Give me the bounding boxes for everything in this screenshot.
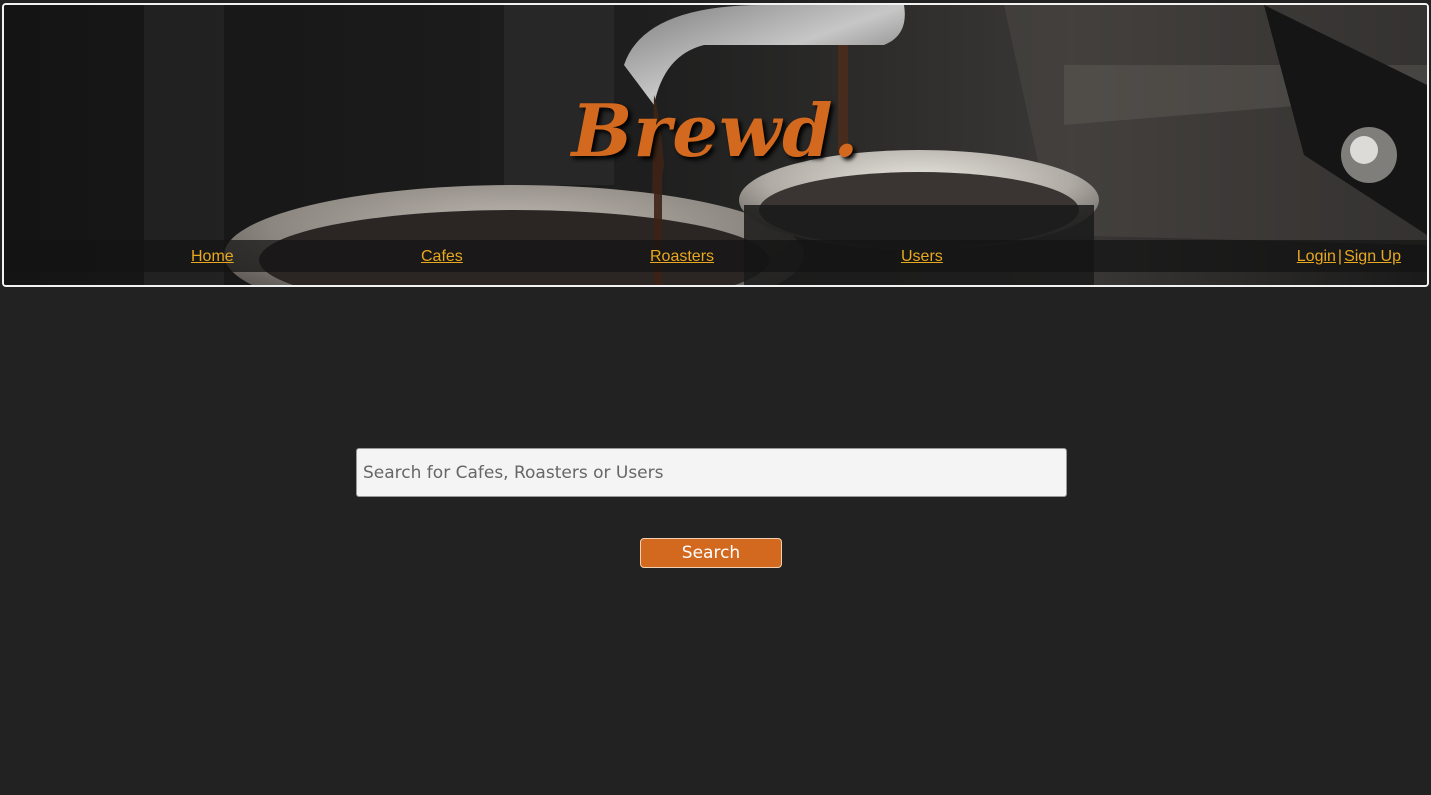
auth-links: Login | Sign Up (1297, 248, 1401, 266)
login-link[interactable]: Login (1297, 248, 1336, 265)
brand-logo[interactable]: Brewd. (4, 95, 1427, 167)
main-nav: Home Cafes Roasters Users Login | Sign Up (4, 240, 1427, 272)
nav-roasters-link[interactable]: Roasters (650, 248, 714, 266)
nav-cafes-link[interactable]: Cafes (421, 248, 463, 266)
site-header: Brewd. Home Cafes Roasters Users Login | S… (2, 3, 1429, 287)
signup-link[interactable]: Sign Up (1344, 248, 1401, 265)
search-input[interactable] (356, 448, 1067, 497)
search-button[interactable]: Search (640, 538, 782, 568)
auth-separator: | (1337, 248, 1343, 265)
nav-users-link[interactable]: Users (901, 248, 943, 266)
nav-home-link[interactable]: Home (191, 248, 234, 266)
